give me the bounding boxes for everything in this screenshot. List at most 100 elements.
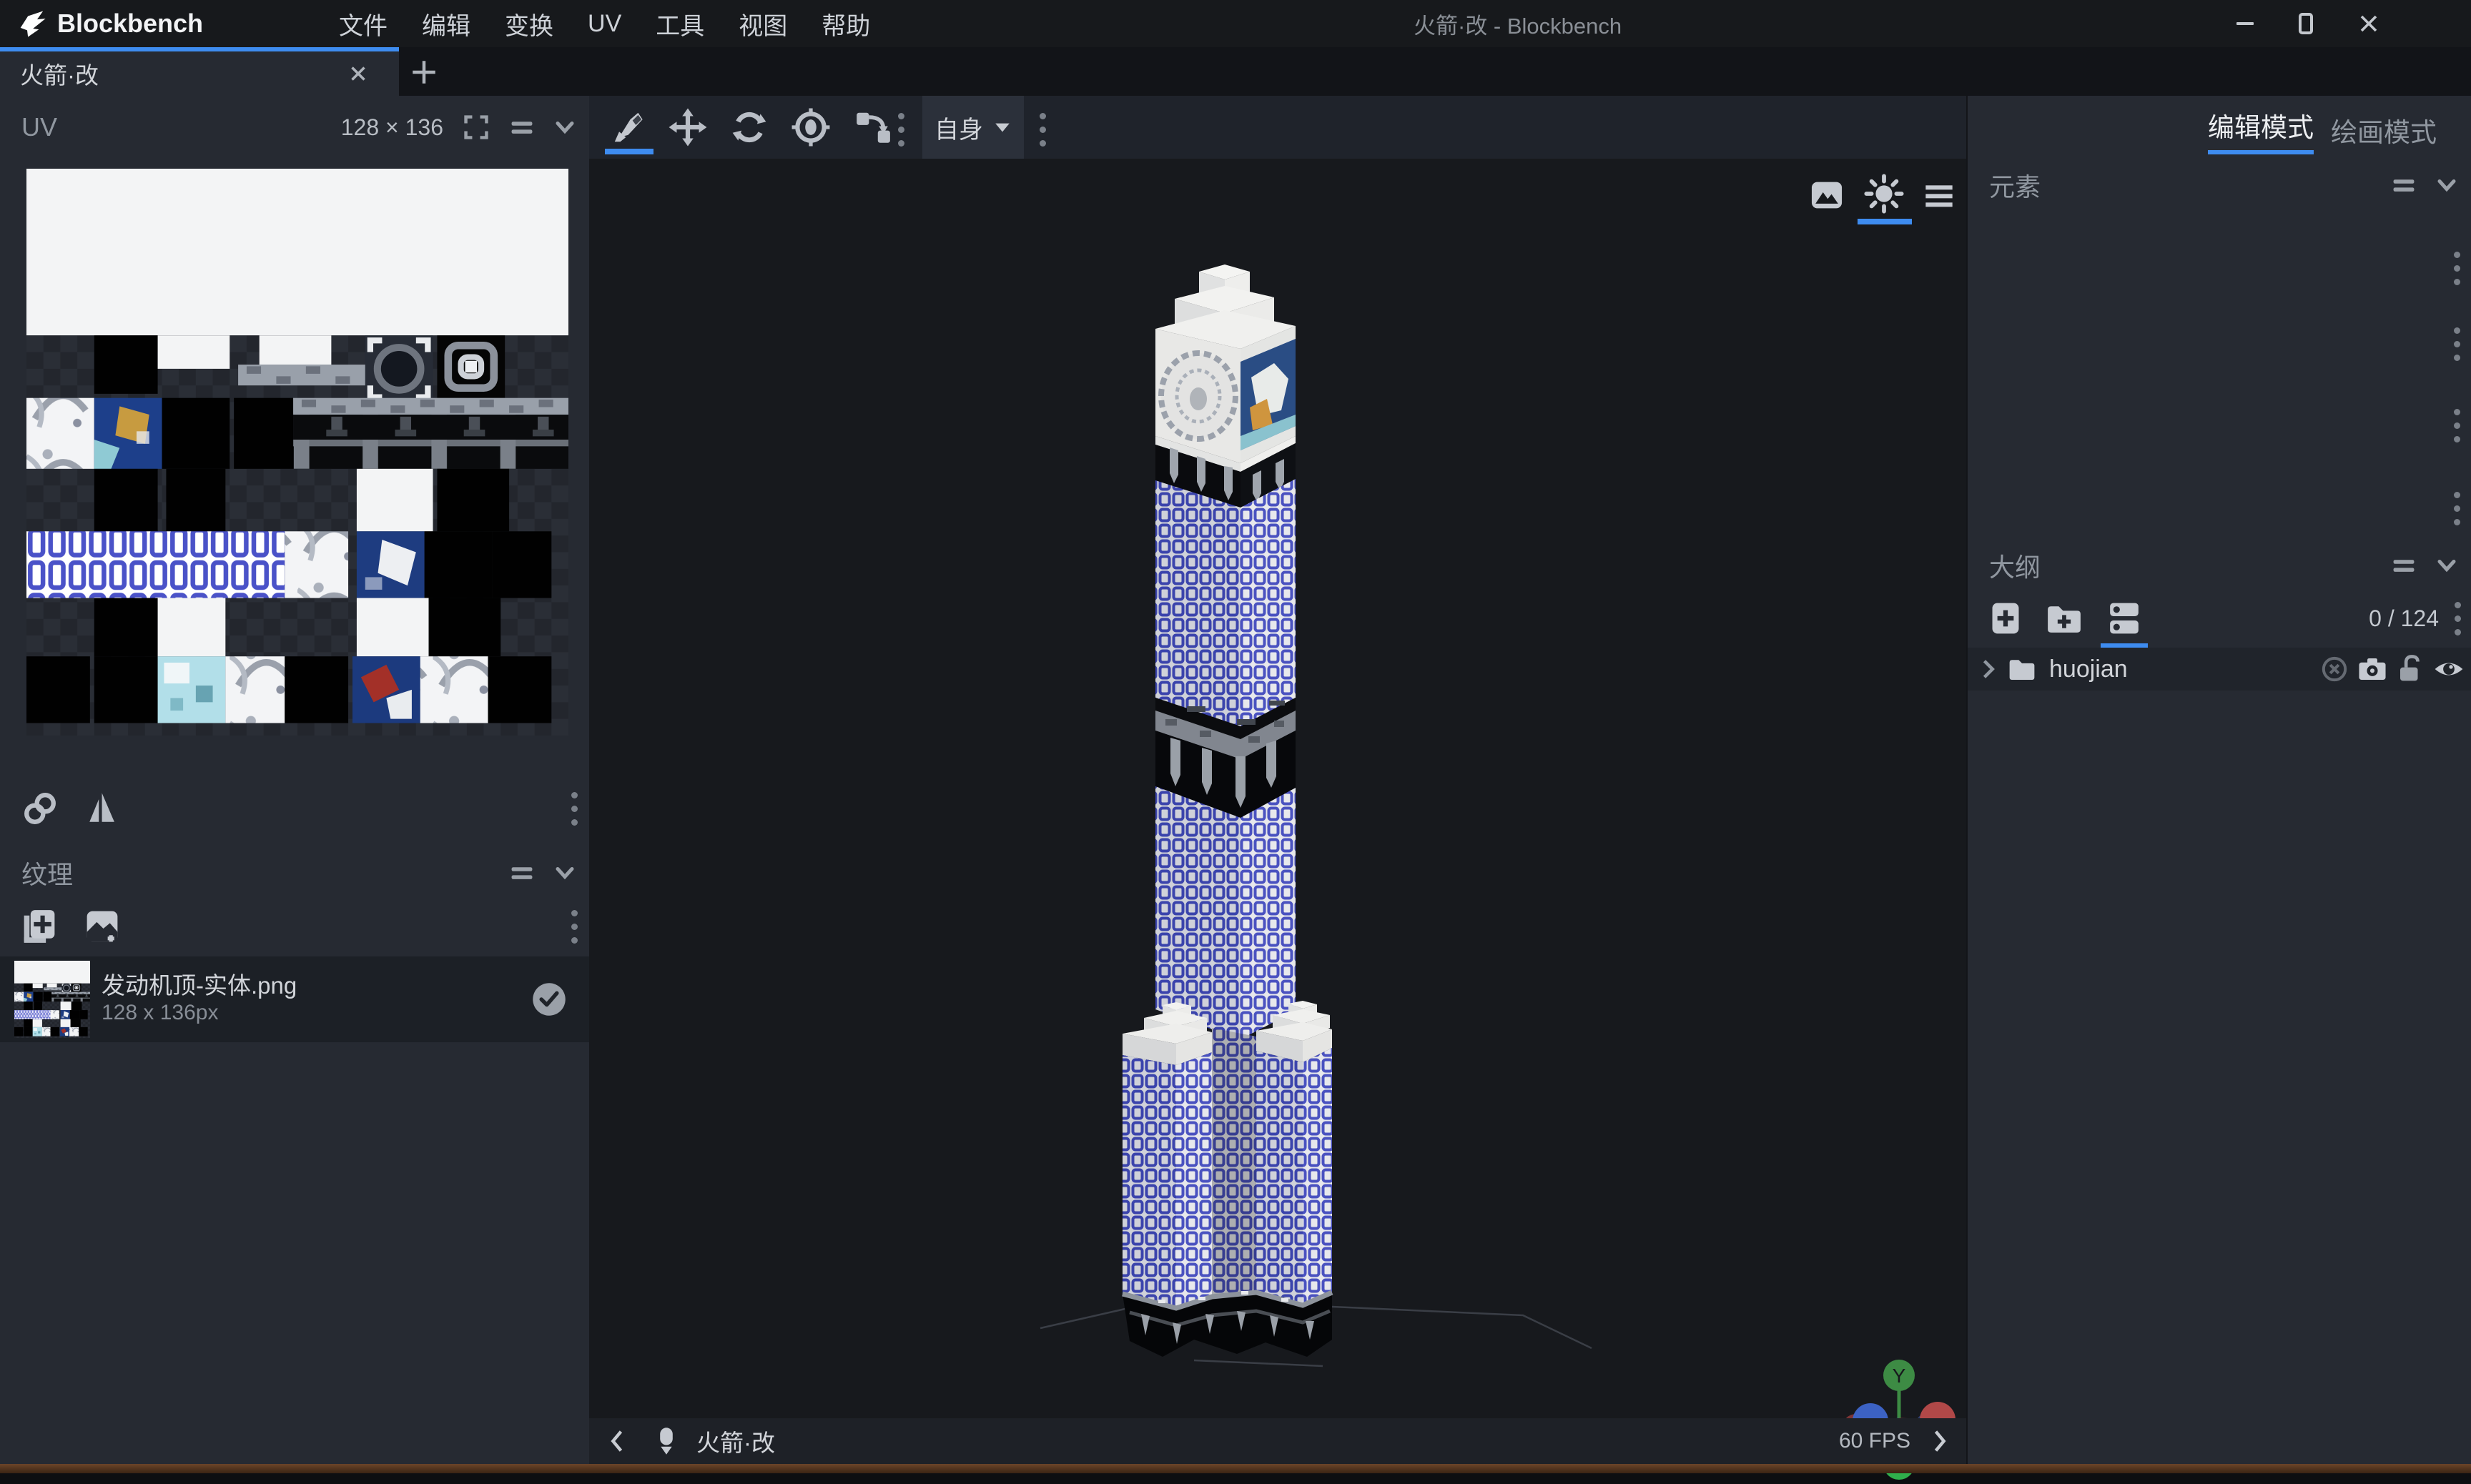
edge-toolbar-dots-2[interactable] [2454, 327, 2460, 361]
texture-list-item[interactable]: 发动机顶-实体.png 128 x 136px [0, 956, 589, 1042]
texture-size: 128 x 136px [102, 1001, 218, 1025]
add-cube-icon[interactable] [1986, 599, 2025, 638]
rocket-model [1022, 256, 1609, 1371]
elements-collapse-chevron-icon[interactable] [2432, 171, 2461, 199]
uv-panel-header: UV 128 × 136 [0, 96, 589, 159]
menu-transform[interactable]: 变换 [498, 6, 561, 41]
export-disabled-icon[interactable] [2319, 654, 2349, 684]
model-pin-icon [651, 1425, 682, 1457]
active-tool-underline [605, 149, 653, 154]
import-texture-icon[interactable] [82, 906, 123, 947]
mode-tabs: 编辑模式 绘画模式 [2208, 106, 2437, 154]
autouv-camera-icon[interactable] [2357, 653, 2388, 685]
uv-size-label: 128 × 136 [341, 114, 443, 141]
uv-tools-menu-dots[interactable] [571, 792, 578, 826]
outliner-menu-dots[interactable] [2455, 602, 2461, 635]
textures-toolbar [0, 901, 589, 952]
edge-toolbar-dots-3[interactable] [2454, 409, 2460, 442]
uv-texture-canvas[interactable] [26, 169, 568, 736]
texture-selected-check-icon[interactable] [531, 981, 568, 1018]
app-name: Blockbench [57, 9, 203, 39]
minimize-icon [2233, 11, 2257, 36]
shading-sun-icon[interactable] [1863, 173, 1905, 214]
group-name: huojian [2049, 656, 2128, 683]
mirror-paint-icon[interactable] [84, 790, 122, 827]
outliner-snap-icon[interactable] [2389, 551, 2418, 580]
textures-menu-dots[interactable] [571, 910, 578, 944]
background-image-icon[interactable] [1809, 177, 1845, 213]
edge-toolbar-dots-4[interactable] [2454, 492, 2460, 525]
menu-tools[interactable]: 工具 [648, 6, 711, 41]
fps-counter: 60 FPS [1839, 1429, 1910, 1453]
right-panel: 编辑模式 绘画模式 元素 大纲 [1966, 96, 2471, 1465]
outliner-group-row[interactable]: huojian [1968, 648, 2471, 691]
elements-panel-header: 元素 [1968, 160, 2471, 210]
maximize-icon [2294, 11, 2318, 36]
expand-chevron-icon[interactable] [1975, 656, 2001, 682]
transform-space-value: 自身 [934, 110, 983, 145]
lock-open-icon[interactable] [2395, 654, 2425, 684]
tab-active[interactable]: 火箭·改 [0, 47, 399, 96]
gizmo-y-label: Y [1893, 1365, 1906, 1387]
uv-texture-image [26, 169, 568, 736]
outliner-panel-header: 大纲 [1968, 540, 2471, 590]
tab-label: 火箭·改 [20, 56, 346, 91]
transform-space-dropdown[interactable]: 自身 [922, 96, 1024, 159]
center-area: 自身 [589, 96, 1966, 1464]
outliner-collapse-chevron-icon[interactable] [2432, 551, 2461, 580]
panel-snap-icon[interactable] [508, 113, 536, 142]
list-view-icon [2103, 598, 2145, 639]
viewport-statusbar: 火箭·改 60 FPS [589, 1418, 1966, 1464]
group-folder-icon [2006, 653, 2038, 685]
uv-tools-row [0, 783, 589, 833]
paint-mode-label: 绘画模式 [2331, 118, 2437, 147]
outliner-view-toggle[interactable] [2103, 598, 2145, 639]
minimize-button[interactable] [2220, 0, 2270, 47]
edit-mode-label: 编辑模式 [2208, 113, 2314, 142]
pivot-tool-icon[interactable] [791, 107, 831, 147]
textures-collapse-chevron-icon[interactable] [551, 859, 579, 887]
paint-brush-tool-icon[interactable] [609, 107, 649, 147]
maximize-button[interactable] [2281, 0, 2331, 47]
blockbench-logo-icon [17, 9, 47, 39]
new-tab-button[interactable] [409, 57, 439, 87]
textures-snap-icon[interactable] [508, 859, 536, 887]
menu-file[interactable]: 文件 [332, 6, 395, 41]
tab-paint-mode[interactable]: 绘画模式 [2331, 111, 2437, 149]
fullscreen-icon[interactable] [462, 113, 490, 142]
menu-help[interactable]: 帮助 [814, 6, 877, 41]
textures-panel-header: 纹理 [0, 848, 589, 898]
menubar: 文件 编辑 变换 UV 工具 视图 帮助 [332, 0, 877, 47]
edge-toolbar-dots-1[interactable] [2454, 252, 2460, 285]
viewport-3d[interactable]: Y [589, 159, 1966, 1418]
add-group-icon[interactable] [2043, 598, 2085, 639]
mode-tab-underline [2208, 150, 2314, 154]
prev-chevron-icon[interactable] [603, 1427, 632, 1455]
main-toolbar: 自身 [589, 96, 1966, 159]
menu-uv[interactable]: UV [581, 10, 628, 38]
rotate-tool-icon[interactable] [729, 107, 769, 147]
toolbar-group-menu-dots[interactable] [898, 113, 904, 147]
tab-close-icon[interactable] [346, 61, 370, 86]
move-tool-icon[interactable] [668, 107, 708, 147]
copy-brush-link-icon[interactable] [21, 790, 59, 827]
menu-edit[interactable]: 编辑 [415, 6, 478, 41]
tabstrip: 火箭·改 [0, 47, 2471, 96]
uv-collapse-chevron-icon[interactable] [551, 113, 579, 142]
close-window-button[interactable] [2344, 0, 2394, 47]
texture-thumbnail [14, 961, 90, 1038]
create-texture-icon[interactable] [19, 906, 60, 947]
outliner-toolbar: 0 / 124 [1968, 590, 2471, 646]
window-title: 火箭·改 - Blockbench [1414, 0, 1622, 47]
next-chevron-icon[interactable] [1925, 1427, 1953, 1455]
toolbar-menu-dots[interactable] [1040, 113, 1046, 147]
viewport-menu-icon[interactable] [1922, 179, 1956, 213]
vertex-snap-tool-icon[interactable] [852, 107, 892, 147]
outliner-panel-title: 大纲 [1989, 547, 2041, 584]
bottom-window-strip [0, 1464, 2471, 1473]
elements-panel-title: 元素 [1989, 167, 2041, 204]
tab-edit-mode[interactable]: 编辑模式 [2208, 106, 2314, 154]
menu-view[interactable]: 视图 [731, 6, 794, 41]
elements-snap-icon[interactable] [2389, 171, 2418, 199]
visibility-eye-icon[interactable] [2432, 653, 2465, 686]
